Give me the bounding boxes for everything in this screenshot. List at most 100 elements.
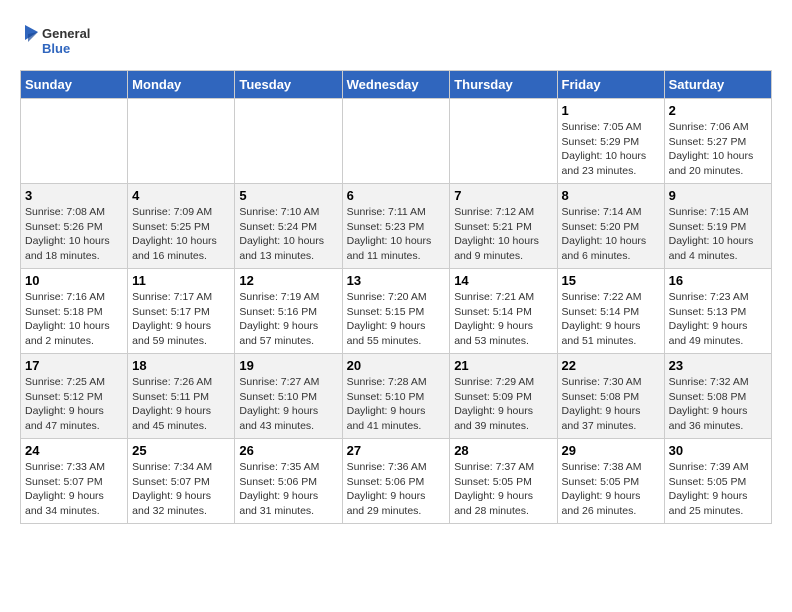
day-cell: 3 Sunrise: 7:08 AM Sunset: 5:26 PM Daylig… [21,184,128,269]
week-row-1: 3 Sunrise: 7:08 AM Sunset: 5:26 PM Daylig… [21,184,772,269]
day-number: 28 [454,443,552,458]
day-info: Sunrise: 7:27 AM Sunset: 5:10 PM Dayligh… [239,375,337,434]
day-number: 23 [669,358,767,373]
day-info: Sunrise: 7:14 AM Sunset: 5:20 PM Dayligh… [562,205,660,264]
day-info: Sunrise: 7:25 AM Sunset: 5:12 PM Dayligh… [25,375,123,434]
day-number: 29 [562,443,660,458]
day-info: Sunrise: 7:35 AM Sunset: 5:06 PM Dayligh… [239,460,337,519]
day-info: Sunrise: 7:36 AM Sunset: 5:06 PM Dayligh… [347,460,446,519]
day-cell: 10 Sunrise: 7:16 AM Sunset: 5:18 PM Dayli… [21,269,128,354]
day-number: 24 [25,443,123,458]
page-header: General Blue [20,20,772,60]
day-number: 20 [347,358,446,373]
day-info: Sunrise: 7:15 AM Sunset: 5:19 PM Dayligh… [669,205,767,264]
day-number: 13 [347,273,446,288]
day-number: 25 [132,443,230,458]
calendar-body: 1 Sunrise: 7:05 AM Sunset: 5:29 PM Daylig… [21,99,772,524]
day-number: 8 [562,188,660,203]
day-info: Sunrise: 7:26 AM Sunset: 5:11 PM Dayligh… [132,375,230,434]
day-cell [450,99,557,184]
header-cell-saturday: Saturday [664,71,771,99]
day-number: 22 [562,358,660,373]
day-cell: 22 Sunrise: 7:30 AM Sunset: 5:08 PM Dayli… [557,354,664,439]
day-info: Sunrise: 7:32 AM Sunset: 5:08 PM Dayligh… [669,375,767,434]
day-info: Sunrise: 7:38 AM Sunset: 5:05 PM Dayligh… [562,460,660,519]
day-number: 27 [347,443,446,458]
day-cell: 21 Sunrise: 7:29 AM Sunset: 5:09 PM Dayli… [450,354,557,439]
day-cell [128,99,235,184]
day-number: 7 [454,188,552,203]
day-number: 14 [454,273,552,288]
week-row-4: 24 Sunrise: 7:33 AM Sunset: 5:07 PM Dayli… [21,439,772,524]
day-cell: 5Sunrise: 7:10 AM Sunset: 5:24 PM Daylig… [235,184,342,269]
day-cell: 12Sunrise: 7:19 AM Sunset: 5:16 PM Dayli… [235,269,342,354]
week-row-2: 10 Sunrise: 7:16 AM Sunset: 5:18 PM Dayli… [21,269,772,354]
day-cell [342,99,450,184]
day-info: Sunrise: 7:37 AM Sunset: 5:05 PM Dayligh… [454,460,552,519]
day-number: 30 [669,443,767,458]
header-cell-thursday: Thursday [450,71,557,99]
day-number: 4 [132,188,230,203]
day-info: Sunrise: 7:22 AM Sunset: 5:14 PM Dayligh… [562,290,660,349]
day-info: Sunrise: 7:30 AM Sunset: 5:08 PM Dayligh… [562,375,660,434]
day-cell: 15 Sunrise: 7:22 AM Sunset: 5:14 PM Dayli… [557,269,664,354]
header-cell-monday: Monday [128,71,235,99]
logo-svg: General Blue [20,20,100,60]
day-number: 21 [454,358,552,373]
day-cell: 16Sunrise: 7:23 AM Sunset: 5:13 PM Dayli… [664,269,771,354]
day-cell: 26 Sunrise: 7:35 AM Sunset: 5:06 PM Dayli… [235,439,342,524]
calendar-table: SundayMondayTuesdayWednesdayThursdayFrid… [20,70,772,524]
day-cell: 7 Sunrise: 7:12 AM Sunset: 5:21 PM Daylig… [450,184,557,269]
day-info: Sunrise: 7:11 AM Sunset: 5:23 PM Dayligh… [347,205,446,264]
day-cell: 20 Sunrise: 7:28 AM Sunset: 5:10 PM Dayli… [342,354,450,439]
day-info: Sunrise: 7:06 AM Sunset: 5:27 PM Dayligh… [669,120,767,179]
day-info: Sunrise: 7:33 AM Sunset: 5:07 PM Dayligh… [25,460,123,519]
day-cell: 29 Sunrise: 7:38 AM Sunset: 5:05 PM Dayli… [557,439,664,524]
week-row-3: 17Sunrise: 7:25 AM Sunset: 5:12 PM Dayli… [21,354,772,439]
day-info: Sunrise: 7:09 AM Sunset: 5:25 PM Dayligh… [132,205,230,264]
day-number: 1 [562,103,660,118]
day-cell: 2 Sunrise: 7:06 AM Sunset: 5:27 PM Daylig… [664,99,771,184]
day-info: Sunrise: 7:39 AM Sunset: 5:05 PM Dayligh… [669,460,767,519]
day-cell: 14 Sunrise: 7:21 AM Sunset: 5:14 PM Dayli… [450,269,557,354]
day-info: Sunrise: 7:08 AM Sunset: 5:26 PM Dayligh… [25,205,123,264]
week-row-0: 1 Sunrise: 7:05 AM Sunset: 5:29 PM Daylig… [21,99,772,184]
day-info: Sunrise: 7:28 AM Sunset: 5:10 PM Dayligh… [347,375,446,434]
day-info: Sunrise: 7:21 AM Sunset: 5:14 PM Dayligh… [454,290,552,349]
day-info: Sunrise: 7:19 AM Sunset: 5:16 PM Dayligh… [239,290,337,349]
day-number: 2 [669,103,767,118]
header-cell-wednesday: Wednesday [342,71,450,99]
day-info: Sunrise: 7:10 AM Sunset: 5:24 PM Dayligh… [239,205,337,264]
day-cell: 1 Sunrise: 7:05 AM Sunset: 5:29 PM Daylig… [557,99,664,184]
day-info: Sunrise: 7:29 AM Sunset: 5:09 PM Dayligh… [454,375,552,434]
day-number: 19 [239,358,337,373]
day-cell: 30 Sunrise: 7:39 AM Sunset: 5:05 PM Dayli… [664,439,771,524]
day-cell: 27 Sunrise: 7:36 AM Sunset: 5:06 PM Dayli… [342,439,450,524]
day-info: Sunrise: 7:05 AM Sunset: 5:29 PM Dayligh… [562,120,660,179]
day-cell: 17Sunrise: 7:25 AM Sunset: 5:12 PM Dayli… [21,354,128,439]
day-info: Sunrise: 7:16 AM Sunset: 5:18 PM Dayligh… [25,290,123,349]
day-cell: 19 Sunrise: 7:27 AM Sunset: 5:10 PM Dayli… [235,354,342,439]
day-cell [21,99,128,184]
day-number: 15 [562,273,660,288]
day-info: Sunrise: 7:17 AM Sunset: 5:17 PM Dayligh… [132,290,230,349]
day-cell: 24 Sunrise: 7:33 AM Sunset: 5:07 PM Dayli… [21,439,128,524]
day-cell: 25 Sunrise: 7:34 AM Sunset: 5:07 PM Dayli… [128,439,235,524]
day-number: 26 [239,443,337,458]
day-number: 18 [132,358,230,373]
header-cell-tuesday: Tuesday [235,71,342,99]
day-number: 10 [25,273,123,288]
day-info: Sunrise: 7:34 AM Sunset: 5:07 PM Dayligh… [132,460,230,519]
day-info: Sunrise: 7:20 AM Sunset: 5:15 PM Dayligh… [347,290,446,349]
day-number: 9 [669,188,767,203]
day-number: 3 [25,188,123,203]
day-cell: 11 Sunrise: 7:17 AM Sunset: 5:17 PM Dayli… [128,269,235,354]
day-cell: 4 Sunrise: 7:09 AM Sunset: 5:25 PM Daylig… [128,184,235,269]
day-cell: 28 Sunrise: 7:37 AM Sunset: 5:05 PM Dayli… [450,439,557,524]
day-cell: 18 Sunrise: 7:26 AM Sunset: 5:11 PM Dayli… [128,354,235,439]
day-info: Sunrise: 7:12 AM Sunset: 5:21 PM Dayligh… [454,205,552,264]
svg-text:General: General [42,26,90,41]
day-number: 11 [132,273,230,288]
logo: General Blue [20,20,100,60]
day-cell: 9 Sunrise: 7:15 AM Sunset: 5:19 PM Daylig… [664,184,771,269]
